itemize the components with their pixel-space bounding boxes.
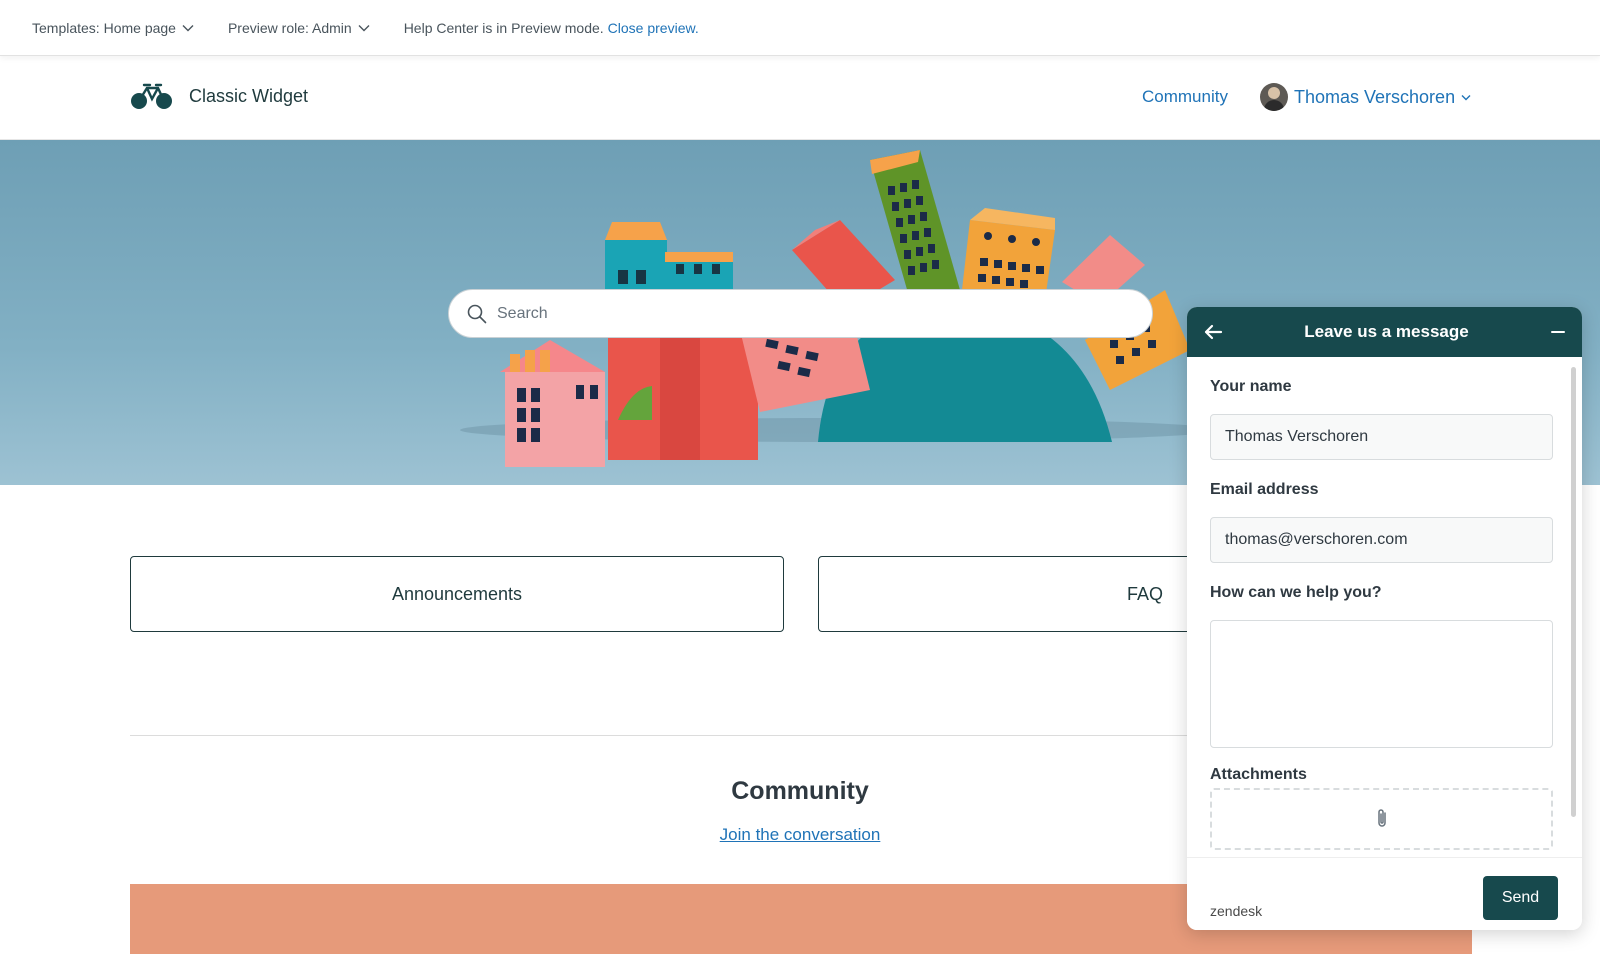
role-dropdown-label: Preview role: Admin (227, 19, 352, 36)
template-dropdown[interactable]: Templates: Home page (32, 20, 194, 36)
name-label: Your name (1210, 378, 1292, 395)
widget-scrollbar[interactable] (1571, 367, 1576, 817)
help-label: How can we help you? (1210, 584, 1382, 601)
email-label: Email address (1210, 481, 1319, 498)
category-announcements[interactable]: Announcements (130, 556, 784, 632)
widget-header: Leave us a message (1187, 307, 1582, 357)
chevron-down-icon (358, 24, 370, 31)
preview-mode-notice: Help Center is in Preview mode. Close pr… (404, 20, 699, 36)
minimize-icon[interactable] (1550, 324, 1566, 340)
template-dropdown-label: Templates: Home page (32, 19, 176, 36)
widget-title: Leave us a message (1304, 322, 1469, 341)
arrow-left-icon[interactable] (1203, 324, 1223, 340)
preview-bar: Templates: Home page Preview role: Admin… (0, 0, 1600, 56)
search-icon (467, 304, 487, 323)
message-textarea[interactable] (1210, 620, 1553, 748)
paperclip-icon (1377, 809, 1386, 827)
send-button[interactable]: Send (1483, 876, 1558, 920)
chevron-down-icon (182, 24, 194, 31)
contact-widget: Leave us a message Your name Email addre… (1187, 307, 1582, 930)
attachments-label: Attachments (1210, 766, 1307, 783)
brand-name[interactable]: Classic Widget (189, 86, 308, 107)
category-label: FAQ (1126, 583, 1163, 604)
site-header: Classic Widget Community Thomas Verschor… (0, 56, 1600, 140)
category-label: Announcements (391, 583, 523, 604)
nav-community-link[interactable]: Community (1142, 87, 1228, 107)
user-name: Thomas Verschoren (1294, 86, 1456, 107)
bicycle-logo-icon[interactable] (130, 82, 174, 112)
preview-mode-text: Help Center is in Preview mode. (403, 19, 604, 36)
name-field[interactable] (1210, 414, 1553, 460)
close-preview-link[interactable]: Close preview. (608, 20, 699, 36)
widget-footer: zendesk Send (1187, 857, 1582, 930)
role-dropdown[interactable]: Preview role: Admin (228, 20, 370, 36)
user-menu[interactable]: Thomas Verschoren (1260, 83, 1471, 111)
avatar (1260, 83, 1288, 111)
chevron-down-icon (1461, 94, 1471, 100)
search-input[interactable] (497, 304, 1097, 323)
zendesk-brand: zendesk (1210, 903, 1263, 919)
attachment-dropzone[interactable] (1210, 788, 1553, 850)
widget-form: Your name Email address How can we help … (1187, 357, 1582, 857)
search-bar[interactable] (448, 289, 1153, 338)
email-field[interactable] (1210, 517, 1553, 563)
